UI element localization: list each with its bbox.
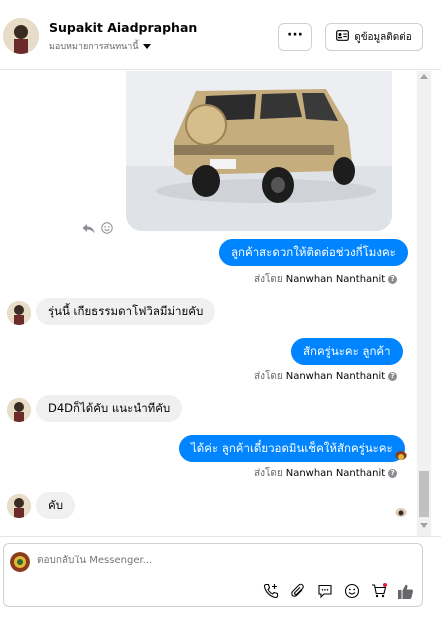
agent-name: Nanwhan Nanthanit (285, 371, 386, 382)
conversation-header: Supakit Aiadpraphan มอบหมายการสนทนานี้ ·… (0, 0, 441, 70)
message-thread[interactable]: ลูกค้าสะดวกให้ติดต่อช่วงกี่โมงคะ ส่งโดย … (0, 71, 441, 536)
contact-avatar[interactable] (3, 18, 39, 54)
message-composer (3, 543, 423, 607)
outgoing-message[interactable]: สักครู่นะคะ ลูกค้า (291, 338, 403, 365)
cart-icon[interactable] (370, 582, 388, 600)
phone-plus-icon[interactable] (262, 582, 280, 600)
scroll-down-arrow-icon[interactable] (420, 523, 428, 528)
help-icon[interactable]: ? (388, 372, 398, 381)
view-contact-info-button[interactable]: ดูข้อมูลติดต่อ (325, 23, 423, 51)
message-actions (82, 219, 113, 238)
help-icon[interactable]: ? (388, 275, 398, 284)
outgoing-message[interactable]: ได้ค่ะ ลูกค้าเดี๋ยวอดมินเช็คให้สักครู่นะ… (179, 435, 405, 462)
thumbs-up-icon[interactable] (396, 582, 414, 600)
composer-divider (0, 536, 441, 537)
assign-label: มอบหมายการสนทนานี้ (49, 42, 139, 52)
paperclip-icon[interactable] (289, 582, 307, 600)
contact-avatar-small (7, 494, 31, 518)
react-smiley-icon[interactable] (101, 219, 113, 238)
contact-avatar-small (7, 398, 31, 422)
incoming-message[interactable]: คับ (36, 492, 75, 519)
incoming-message[interactable]: D4Dก็ได้คับ แนะนำทีคับ (36, 395, 183, 422)
attached-car-photo[interactable] (126, 71, 392, 231)
seen-avatar-icon (395, 448, 407, 460)
sent-by-prefix: ส่งโดย (254, 468, 283, 479)
sent-by-label: ส่งโดย Nanwhan Nanthanit ? (254, 272, 398, 287)
contact-seen-avatar-icon (395, 505, 407, 517)
saved-reply-chat-bubble-icon[interactable] (316, 582, 334, 600)
outgoing-message[interactable]: ลูกค้าสะดวกให้ติดต่อช่วงกี่โมงคะ (219, 239, 408, 266)
agent-name: Nanwhan Nanthanit (285, 274, 386, 285)
sent-by-label: ส่งโดย Nanwhan Nanthanit ? (254, 369, 398, 384)
emoji-icon[interactable] (343, 582, 361, 600)
sent-by-label: ส่งโดย Nanwhan Nanthanit ? (254, 466, 398, 481)
contact-card-icon (336, 30, 350, 44)
scroll-up-arrow-icon[interactable] (420, 74, 428, 79)
caret-down-icon (142, 44, 151, 49)
help-icon[interactable]: ? (388, 469, 398, 478)
sent-by-prefix: ส่งโดย (254, 274, 283, 285)
reply-input[interactable] (37, 555, 407, 566)
incoming-message[interactable]: รุ่นนี้ เกียธรรมดาโฟวิลมีม่ายคับ (36, 298, 216, 325)
contact-name[interactable]: Supakit Aiadpraphan (49, 20, 197, 35)
assign-conversation-dropdown[interactable]: มอบหมายการสนทนานี้ (49, 39, 151, 53)
page-avatar (10, 552, 30, 572)
scroll-thumb[interactable] (419, 471, 429, 517)
agent-name: Nanwhan Nanthanit (285, 468, 386, 479)
thread-scrollbar[interactable] (417, 71, 431, 536)
sent-by-prefix: ส่งโดย (254, 371, 283, 382)
contact-info-label: ดูข้อมูลติดต่อ (354, 31, 412, 43)
reply-icon[interactable] (82, 219, 95, 238)
more-options-button[interactable]: ··· (278, 23, 312, 51)
contact-avatar-small (7, 301, 31, 325)
